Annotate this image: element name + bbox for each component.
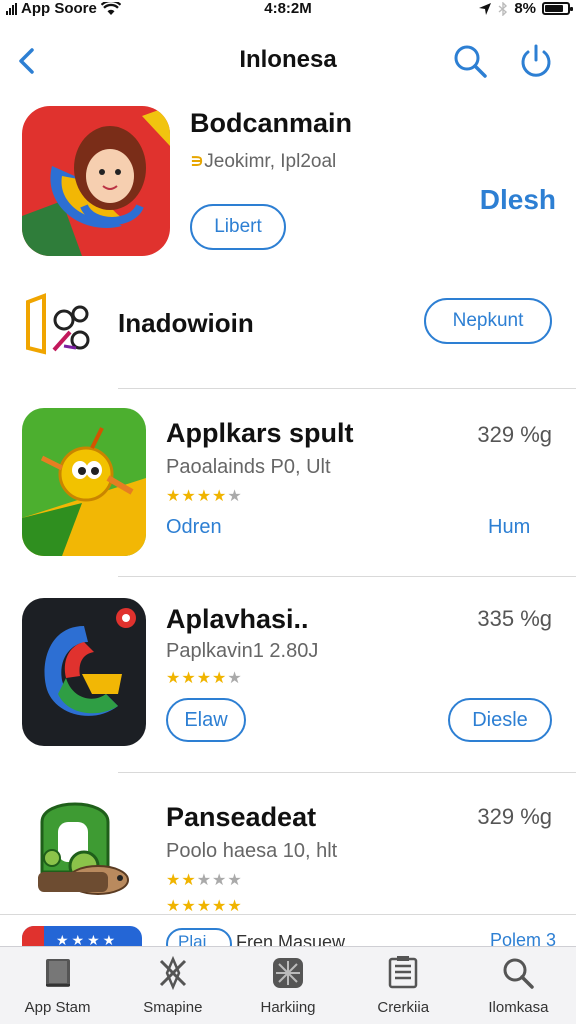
star-empty-icon: ★ xyxy=(227,488,243,505)
star-filled-icon: ★ xyxy=(196,670,213,687)
app-size: 329 %g xyxy=(477,422,552,447)
divider xyxy=(118,576,576,577)
star-empty-icon: ★ xyxy=(212,872,228,889)
partial-list-item[interactable]: ★★★★ Plai Fren Masuew Polem 3 xyxy=(0,922,576,948)
search-icon xyxy=(454,45,487,78)
subtitle-mark: ∍ xyxy=(190,151,205,172)
star-filled-icon: ★ xyxy=(181,872,197,889)
app-icon xyxy=(22,408,146,556)
star-filled-icon: ★ xyxy=(181,898,197,915)
app-size: 329 %g xyxy=(477,804,552,829)
tab-bar: App Stam Smapine Harkiing Crerkiia Ilomk… xyxy=(0,946,576,1024)
power-icon xyxy=(521,44,551,77)
star-empty-icon: ★ xyxy=(227,872,243,889)
compass-icon xyxy=(159,955,186,991)
partial-app-button[interactable]: Plai xyxy=(166,928,232,948)
star-filled-icon: ★ xyxy=(212,898,228,915)
book-icon xyxy=(45,959,70,987)
tab-smapine[interactable]: Smapine xyxy=(115,947,230,1024)
rating-stars: ★★★★★ xyxy=(166,870,243,890)
app-meta: Paoalainds P0, Ult xyxy=(166,456,331,478)
rating-stars-secondary: ★★★★★ xyxy=(166,896,243,916)
status-bar: App Soore 4:8:2M 8% xyxy=(0,0,576,22)
list-icon xyxy=(388,956,418,989)
app-name: Applkars spult xyxy=(166,418,354,448)
tab-label: Smapine xyxy=(143,999,203,1016)
star-filled-icon: ★ xyxy=(166,872,182,889)
app-link-left[interactable]: Odren xyxy=(166,516,222,539)
section-header: Inadowioin Nepkunt xyxy=(0,290,576,360)
star-filled-icon: ★ xyxy=(196,898,213,915)
section-button[interactable]: Nepkunt xyxy=(424,298,552,344)
location-arrow-icon xyxy=(479,2,492,15)
search-button[interactable] xyxy=(448,40,492,80)
star-filled-icon: ★ xyxy=(166,488,182,505)
featured-app-button[interactable]: Libert xyxy=(190,204,286,250)
app-button-left[interactable]: Elaw xyxy=(166,698,246,742)
app-name: Aplavhasi.. xyxy=(166,604,309,634)
star-filled-icon: ★ xyxy=(166,670,182,687)
star-filled-icon: ★ xyxy=(166,898,182,915)
featured-app-icon xyxy=(22,106,170,256)
rating-stars: ★★★★★ xyxy=(166,668,243,688)
star-empty-icon: ★ xyxy=(196,872,213,889)
star-filled-icon: ★ xyxy=(212,488,228,505)
divider xyxy=(118,388,576,389)
battery-fill xyxy=(545,5,563,12)
tab-app-store[interactable]: App Stam xyxy=(0,947,115,1024)
star-filled-icon: ★ xyxy=(181,670,197,687)
app-icon xyxy=(22,792,146,940)
tab-label: App Stam xyxy=(24,999,91,1016)
battery-percent: 8% xyxy=(514,0,536,17)
status-right: 8% xyxy=(478,0,573,17)
section-icon xyxy=(24,292,92,356)
star-filled-icon: ★ xyxy=(196,488,213,505)
featured-app[interactable]: Bodcanmain ∍Jeokimr, Ipl2oal Libert Dles… xyxy=(0,104,576,264)
star-empty-icon: ★ xyxy=(227,670,243,687)
tab-label: Ilomkasa xyxy=(488,999,549,1016)
app-size: 335 %g xyxy=(477,606,552,631)
app-meta: Poolo haesa 10, hlt xyxy=(166,840,338,862)
nav-bar: Inlonesa xyxy=(0,30,576,90)
app-name: Panseadeat xyxy=(166,802,317,832)
app-icon xyxy=(22,598,146,746)
tab-label: Crerkiia xyxy=(377,999,430,1016)
star-filled-icon: ★ xyxy=(181,488,197,505)
battery-icon xyxy=(542,2,573,15)
featured-action-link[interactable]: Dlesh xyxy=(480,184,556,216)
bluetooth-icon xyxy=(498,1,508,16)
grid-icon xyxy=(273,958,303,988)
divider xyxy=(0,914,576,915)
app-meta: Paplkavin1 2.80J xyxy=(166,640,319,662)
subtitle-text: Jeokimr, Ipl2oal xyxy=(204,151,337,172)
featured-app-subtitle: ∍Jeokimr, Ipl2oal xyxy=(190,150,336,173)
tab-label: Harkiing xyxy=(260,999,316,1016)
star-filled-icon: ★ xyxy=(212,670,228,687)
list-item[interactable]: Applkars spult 329 %g Paoalainds P0, Ult… xyxy=(0,406,576,586)
tab-harkiing[interactable]: Harkiing xyxy=(230,947,345,1024)
tab-ilomkasa[interactable]: Ilomkasa xyxy=(461,947,576,1024)
featured-app-title: Bodcanmain xyxy=(190,108,353,138)
tab-crerkiia[interactable]: Crerkiia xyxy=(346,947,461,1024)
power-button[interactable] xyxy=(514,40,558,80)
section-title: Inadowioin xyxy=(118,308,254,338)
rating-stars: ★★★★★ xyxy=(166,486,243,506)
star-filled-icon: ★ xyxy=(227,898,243,915)
search-icon xyxy=(503,958,535,989)
app-button-right[interactable]: Diesle xyxy=(448,698,552,742)
app-link-right[interactable]: Hum xyxy=(488,516,530,539)
partial-app-icon: ★★★★ xyxy=(22,926,142,948)
list-item[interactable]: Aplavhasi.. 335 %g Paplkavin1 2.80J ★★★★… xyxy=(0,594,576,774)
divider xyxy=(118,772,576,773)
